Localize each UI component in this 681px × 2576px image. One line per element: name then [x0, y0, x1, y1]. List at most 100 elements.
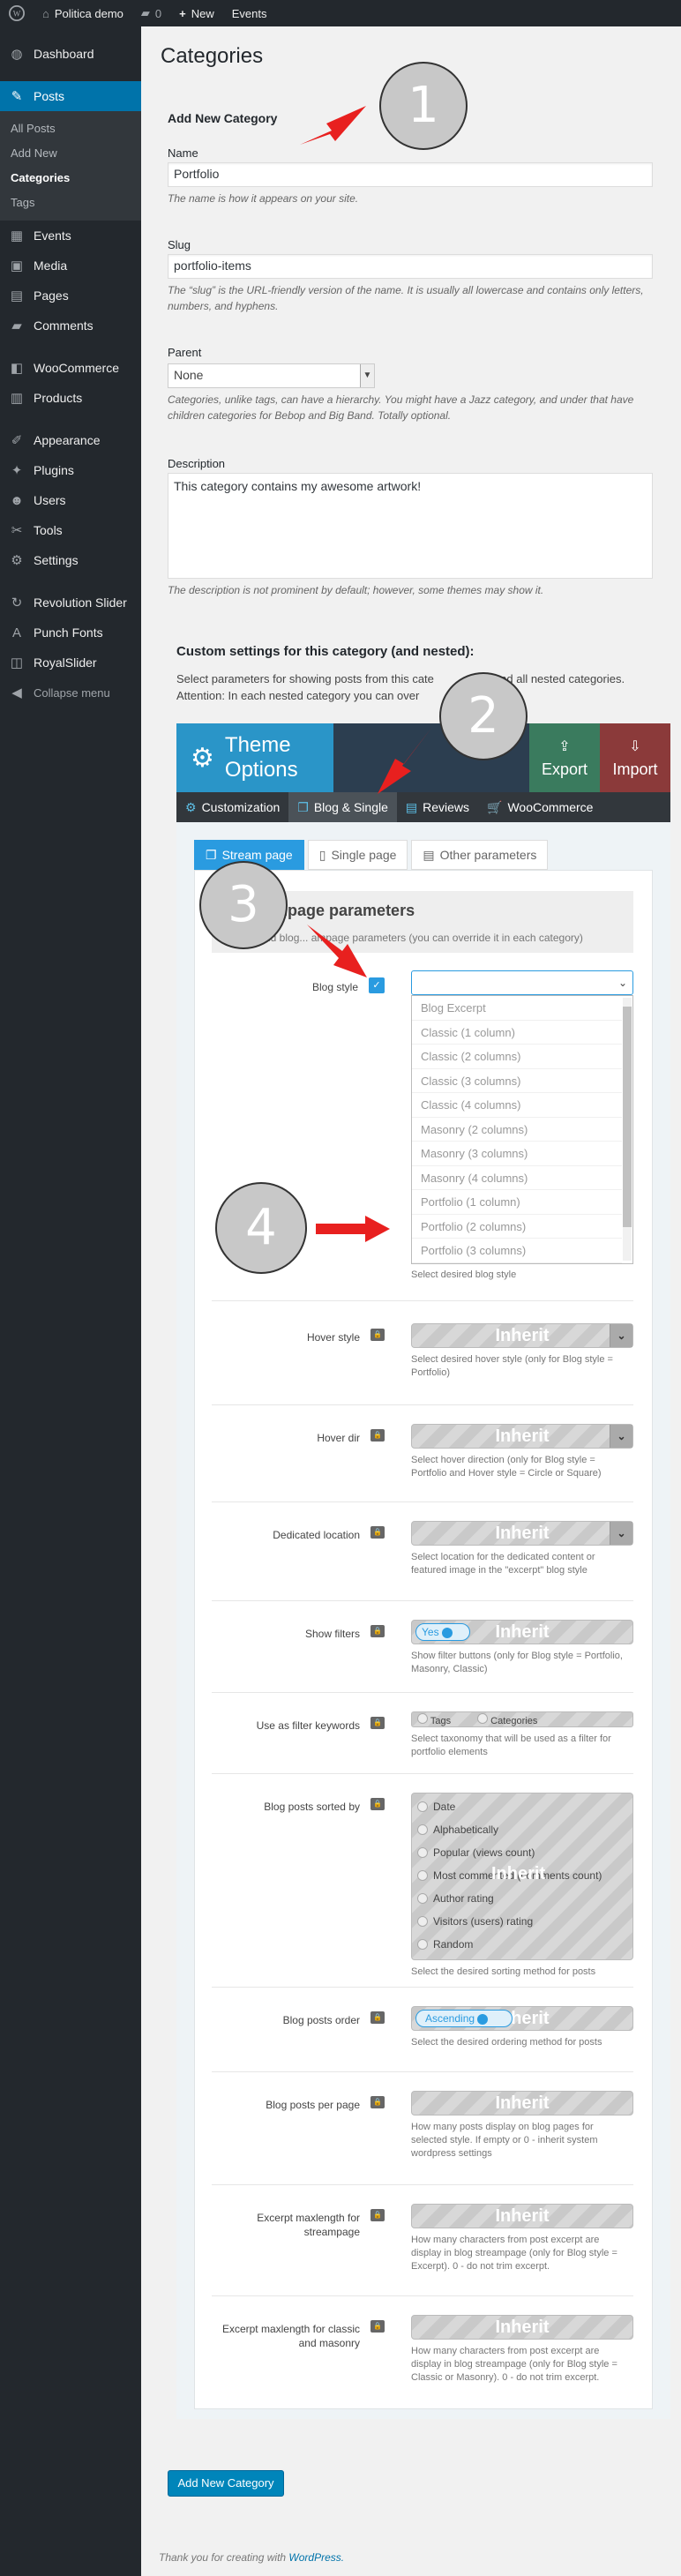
new-link[interactable]: + New [170, 0, 223, 26]
sidebar-item-settings[interactable]: ⚙ Settings [0, 545, 141, 575]
sidebar-item-products[interactable]: ▥ Products [0, 383, 141, 413]
blog-style-option[interactable]: Masonry (3 columns) [412, 1142, 622, 1166]
setting-description: Select taxonomy that will be used as a f… [411, 1734, 611, 1757]
blog-style-dropdown: Blog Excerpt Classic (1 column) Classic (2… [411, 995, 633, 1264]
lock-icon[interactable]: 🔒 [370, 2011, 385, 2024]
radio-option[interactable]: Author rating [412, 1887, 632, 1910]
list-icon: ▤ [405, 799, 418, 814]
subtab-other-parameters[interactable]: ▤ Other parameters [411, 840, 549, 870]
sidebar-item-tools[interactable]: ✂ Tools [0, 515, 141, 545]
slug-input[interactable]: portfolio-items [168, 254, 653, 279]
scrollbar-thumb[interactable] [623, 1007, 632, 1227]
upload-icon: ⇪ [558, 738, 571, 754]
blog-style-option[interactable]: Classic (4 columns) [412, 1093, 622, 1118]
events-label: Events [231, 6, 267, 20]
inherit-field[interactable]: Inherit Ascending [411, 2006, 633, 2031]
footer-wordpress-link[interactable]: WordPress. [288, 2551, 344, 2564]
tab-woocommerce[interactable]: 🛒 WooCommerce [478, 792, 602, 822]
sidebar-item-woocommerce[interactable]: ◧ WooCommerce [0, 353, 141, 383]
site-name-link[interactable]: ⌂ Politica demo [34, 0, 132, 26]
inherit-field[interactable]: Inherit ⌄ [411, 1323, 633, 1348]
sidebar-item-royalslider[interactable]: ◫ RoyalSlider [0, 648, 141, 678]
export-button[interactable]: ⇪ Export [529, 723, 600, 792]
blog-style-option[interactable]: Portfolio (1 column) [412, 1190, 622, 1215]
sidebar-item-comments[interactable]: ▰ Comments [0, 311, 141, 341]
lock-icon[interactable]: 🔒 [370, 2320, 385, 2333]
sidebar-item-plugins[interactable]: ✦ Plugins [0, 455, 141, 485]
blog-style-select[interactable]: ⌄ [411, 970, 633, 995]
sidebar-item-label: Events [34, 228, 71, 243]
wrench-icon: ✂ [11, 523, 23, 538]
wp-logo[interactable]: W [0, 0, 34, 26]
lock-icon[interactable]: 🔒 [370, 2209, 385, 2221]
sidebar-item-label: Settings [34, 553, 79, 567]
add-new-category-button[interactable]: Add New Category [168, 2470, 284, 2497]
inherit-field[interactable]: Inherit Yes [411, 1620, 633, 1644]
radio-option[interactable]: Random [412, 1933, 632, 1956]
name-input[interactable]: Portfolio [168, 162, 653, 187]
sidebar-item-events[interactable]: ▦ Events [0, 221, 141, 251]
dropdown-scrollbar[interactable] [623, 998, 632, 1261]
events-link[interactable]: Events [223, 0, 276, 26]
sidebar-item-appearance[interactable]: ✐ Appearance [0, 425, 141, 455]
blog-style-option[interactable]: Classic (1 column) [412, 1021, 622, 1045]
woo-icon: ◧ [10, 361, 24, 376]
import-button[interactable]: ⇩ Import [600, 723, 670, 792]
lock-icon[interactable]: 🔒 [370, 2096, 385, 2108]
blog-style-option[interactable]: Portfolio (2 columns) [412, 1215, 622, 1239]
blog-style-option[interactable]: Masonry (2 columns) [412, 1118, 622, 1142]
show-filters-toggle[interactable]: Yes [415, 1623, 470, 1641]
collapse-menu[interactable]: ◀ Collapse menu [0, 678, 141, 708]
inherit-field[interactable]: Inherit [411, 2091, 633, 2115]
filter-keywords-radio[interactable]: Tags Categories [411, 1711, 633, 1727]
radio-option[interactable]: Visitors (users) rating [412, 1910, 632, 1933]
inherit-field[interactable]: Inherit [411, 2204, 633, 2228]
radio-dot [417, 1893, 428, 1904]
submenu-categories[interactable]: Categories [0, 166, 141, 191]
lock-icon[interactable]: 🔒 [370, 1526, 385, 1539]
setting-description: How many characters from post excerpt ar… [411, 2235, 617, 2272]
lock-icon[interactable]: 🔒 [370, 1798, 385, 1810]
sidebar-item-media[interactable]: ▣ Media [0, 251, 141, 281]
lock-icon[interactable]: 🔒 [370, 1429, 385, 1442]
order-toggle[interactable]: Ascending [415, 2010, 513, 2027]
blog-style-option[interactable]: Blog Excerpt [412, 996, 622, 1021]
sort-by-radio-group[interactable]: Date Alphabetically Popular (views count) M… [411, 1793, 633, 1960]
lock-icon[interactable]: 🔒 [370, 1625, 385, 1637]
blog-style-option[interactable]: Masonry (4 columns) [412, 1166, 622, 1190]
subtab-single-page[interactable]: ▯ Single page [307, 840, 408, 870]
blog-style-option[interactable]: Classic (2 columns) [412, 1045, 622, 1069]
inherit-field[interactable]: Inherit ⌄ [411, 1521, 633, 1546]
setting-label: Dedicated location [273, 1529, 360, 1541]
lock-icon[interactable]: 🔒 [370, 1717, 385, 1729]
tab-customization[interactable]: ⚙ Customization [176, 792, 288, 822]
setting-description: How many characters from post excerpt ar… [411, 2346, 617, 2383]
sidebar-item-posts[interactable]: ✎ Posts [0, 81, 141, 111]
sidebar-item-users[interactable]: ☻ Users [0, 485, 141, 515]
radio-option[interactable]: Popular (views count) [412, 1841, 632, 1864]
sidebar-item-label: Punch Fonts [34, 625, 103, 640]
comments-link[interactable]: ▰ 0 [132, 0, 170, 26]
submenu-add-new[interactable]: Add New [0, 141, 141, 166]
radio-option[interactable]: Tags [417, 1712, 451, 1726]
inherit-field[interactable]: Inherit ⌄ [411, 1424, 633, 1449]
lock-icon[interactable]: 🔒 [370, 1329, 385, 1341]
sidebar-item-revolution-slider[interactable]: ↻ Revolution Slider [0, 588, 141, 618]
sidebar-item-pages[interactable]: ▤ Pages [0, 281, 141, 311]
description-textarea[interactable]: This category contains my awesome artwor… [168, 473, 653, 579]
blog-style-option[interactable]: Portfolio (3 columns) [412, 1239, 622, 1263]
radio-option[interactable]: Categories [477, 1712, 537, 1726]
inherit-field[interactable]: Inherit [411, 2315, 633, 2340]
radio-option[interactable]: Alphabetically [412, 1818, 632, 1841]
sidebar-item-punch-fonts[interactable]: A Punch Fonts [0, 618, 141, 648]
radio-option[interactable]: Date [412, 1795, 632, 1818]
inherit-label: Inherit [495, 1326, 550, 1345]
parent-select[interactable]: None ▼ [168, 363, 375, 388]
theme-options-title-2: Options [224, 758, 298, 782]
submenu-tags[interactable]: Tags [0, 191, 141, 215]
sidebar-item-dashboard[interactable]: ◍ Dashboard [0, 39, 141, 69]
red-arrow-1 [300, 106, 366, 145]
blog-style-option[interactable]: Classic (3 columns) [412, 1069, 622, 1093]
setting-label: Blog posts order [282, 2014, 360, 2026]
submenu-all-posts[interactable]: All Posts [0, 116, 141, 141]
